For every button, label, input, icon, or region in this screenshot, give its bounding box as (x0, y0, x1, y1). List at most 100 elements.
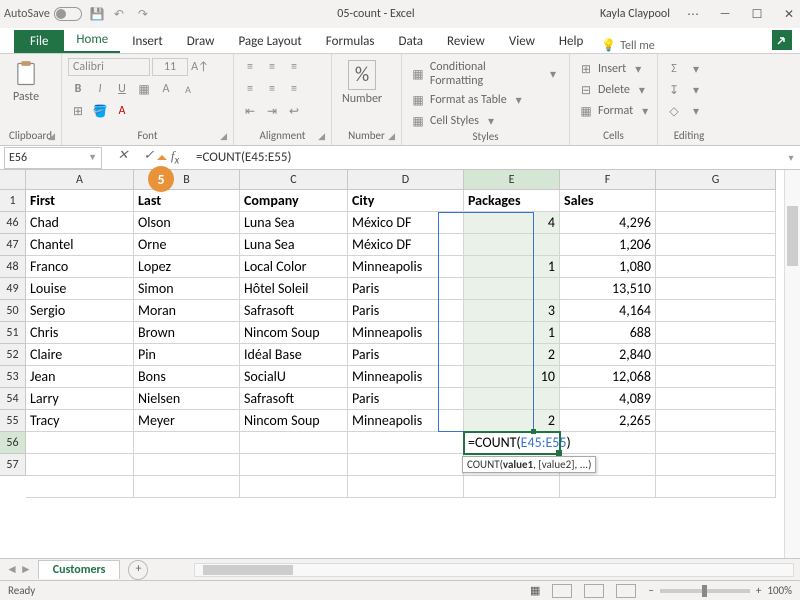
row-header-53[interactable]: 53 (0, 366, 26, 388)
cell[interactable] (240, 454, 348, 476)
increase-font-icon[interactable]: A↑ (190, 58, 210, 76)
row-header-1[interactable]: 1 (0, 190, 26, 212)
row-header-49[interactable]: 49 (0, 278, 26, 300)
cell[interactable] (26, 432, 134, 454)
cell[interactable]: Paris (348, 388, 464, 410)
expand-formula-bar-icon[interactable]: ▾ (782, 151, 800, 164)
cell[interactable]: 2 (464, 344, 560, 366)
formula-input[interactable]: =COUNT(E45:E55) (192, 150, 782, 165)
cell[interactable]: Meyer (134, 410, 240, 432)
font-size-select[interactable]: 11 (152, 58, 188, 76)
cell[interactable] (464, 388, 560, 410)
dialog-launcher-icon[interactable]: ◢ (48, 131, 55, 142)
cell[interactable]: Nincom Soup (240, 410, 348, 432)
row-header-56[interactable]: 56 (0, 432, 26, 454)
autosave-toggle[interactable]: AutoSave (4, 7, 82, 21)
page-layout-view-icon[interactable] (584, 584, 604, 598)
number-format-button[interactable]: % Number (338, 58, 386, 108)
align-bot-icon[interactable]: ≡ (284, 58, 304, 76)
horizontal-scrollbar[interactable] (194, 563, 794, 577)
ribbon-options-icon[interactable]: ⋯ (686, 7, 700, 22)
tab-view[interactable]: View (497, 30, 547, 53)
increase-font-a-icon[interactable]: A (156, 80, 176, 98)
zoom-control[interactable]: − + 100% (648, 584, 792, 597)
cell[interactable]: Company (240, 190, 348, 212)
col-header-D[interactable]: D (348, 170, 464, 190)
col-header-G[interactable]: G (656, 170, 776, 190)
cell[interactable]: Safrasoft (240, 300, 348, 322)
cell[interactable] (134, 454, 240, 476)
active-cell[interactable]: =COUNT(E45:E55) (464, 432, 560, 454)
maximize-icon[interactable]: ☐ (750, 7, 764, 22)
cell[interactable] (656, 410, 776, 432)
cell[interactable]: México DF (348, 234, 464, 256)
chevron-down-icon[interactable]: ▼ (88, 152, 97, 163)
undo-icon[interactable]: ↶ (114, 7, 128, 21)
align-mid-icon[interactable]: ≡ (262, 58, 282, 76)
cell[interactable] (464, 278, 560, 300)
cell[interactable] (348, 432, 464, 454)
align-left-icon[interactable]: ≡ (240, 80, 260, 98)
align-center-icon[interactable]: ≡ (262, 80, 282, 98)
cell[interactable] (656, 344, 776, 366)
cell[interactable] (656, 366, 776, 388)
dialog-launcher-icon[interactable]: ◢ (388, 131, 395, 142)
fill-button[interactable]: ↧▾ (664, 81, 706, 99)
cell[interactable] (656, 454, 776, 476)
tab-review[interactable]: Review (435, 30, 497, 53)
cell[interactable]: 3 (464, 300, 560, 322)
cell[interactable]: Idéal Base (240, 344, 348, 366)
cell[interactable] (134, 476, 240, 498)
cell[interactable]: 4,089 (560, 388, 656, 410)
cell[interactable]: Tracy (26, 410, 134, 432)
cell[interactable]: Luna Sea (240, 234, 348, 256)
cell[interactable]: Pin (134, 344, 240, 366)
cell[interactable]: Luna Sea (240, 212, 348, 234)
page-break-view-icon[interactable] (616, 584, 636, 598)
tell-me-search[interactable]: 💡 Tell me (595, 38, 660, 53)
cell[interactable]: 2,265 (560, 410, 656, 432)
tab-home[interactable]: Home (64, 28, 120, 53)
cell[interactable]: 4,164 (560, 300, 656, 322)
cell[interactable]: First (26, 190, 134, 212)
row-header-52[interactable]: 52 (0, 344, 26, 366)
cell[interactable]: Nielsen (134, 388, 240, 410)
tab-insert[interactable]: Insert (120, 30, 175, 53)
cell[interactable]: Larry (26, 388, 134, 410)
cell[interactable] (656, 256, 776, 278)
cell[interactable] (656, 476, 776, 498)
row-header-47[interactable]: 47 (0, 234, 26, 256)
cell[interactable]: Louise (26, 278, 134, 300)
tab-file[interactable]: File (14, 30, 64, 53)
cell[interactable] (26, 454, 134, 476)
cell[interactable] (656, 300, 776, 322)
col-header-F[interactable]: F (560, 170, 656, 190)
decrease-indent-icon[interactable]: ⇤ (240, 102, 260, 120)
cell[interactable] (656, 212, 776, 234)
cell[interactable]: Chad (26, 212, 134, 234)
cell[interactable] (26, 476, 134, 498)
zoom-out-icon[interactable]: − (648, 584, 653, 597)
cell[interactable]: 1,080 (560, 256, 656, 278)
spreadsheet-grid[interactable]: ABCDEFG 1464748495051525354555657 FirstL… (0, 170, 800, 558)
sheet-tab-customers[interactable]: Customers (38, 560, 121, 579)
cell[interactable]: Paris (348, 344, 464, 366)
normal-view-icon[interactable] (552, 584, 572, 598)
cell[interactable]: 4 (464, 212, 560, 234)
cell[interactable]: Franco (26, 256, 134, 278)
cell[interactable]: 1,206 (560, 234, 656, 256)
cell[interactable]: Jean (26, 366, 134, 388)
cell[interactable] (656, 234, 776, 256)
font-color-icon[interactable]: A (112, 102, 132, 120)
cell[interactable]: 688 (560, 322, 656, 344)
col-header-E[interactable]: E (464, 170, 560, 190)
cell[interactable]: Minneapolis (348, 366, 464, 388)
minimize-icon[interactable]: — (718, 7, 732, 22)
cell[interactable]: Brown (134, 322, 240, 344)
cell[interactable]: México DF (348, 212, 464, 234)
cell[interactable] (656, 432, 776, 454)
tab-formulas[interactable]: Formulas (314, 30, 387, 53)
cell[interactable] (656, 388, 776, 410)
font-name-select[interactable]: Calibri (68, 58, 150, 76)
cell[interactable] (348, 454, 464, 476)
